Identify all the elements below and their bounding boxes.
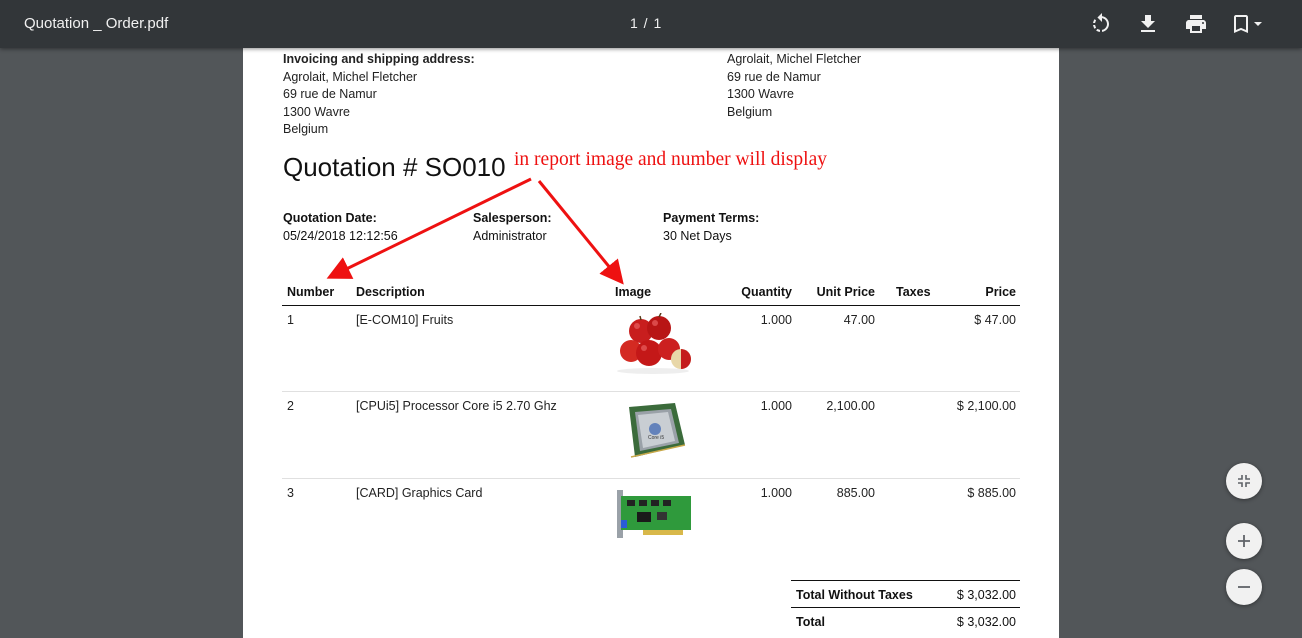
total-without-taxes-row: Total Without Taxes $ 3,032.00 <box>791 581 1020 608</box>
row-unit-price: 885.00 <box>836 486 875 500</box>
address-line: Belgium <box>283 122 329 136</box>
annotation-text: in report image and number will display <box>514 149 828 170</box>
totals-table: Total Without Taxes $ 3,032.00 Total $ 3… <box>791 580 1020 635</box>
download-icon <box>1141 15 1155 32</box>
row-price: $ 2,100.00 <box>956 399 1016 413</box>
header-unit-price: Unit Price <box>816 285 875 299</box>
page-indicator: 1 / 1 <box>630 15 663 31</box>
row-price: $ 885.00 <box>967 486 1016 500</box>
table-row: 1 [E-COM10] Fruits 1.000 47.00 $ 47.00 <box>282 306 1020 392</box>
product-image-graphics-card <box>613 486 693 548</box>
fit-to-page-button[interactable] <box>1226 463 1262 499</box>
row-quantity: 1.000 <box>760 313 792 327</box>
total-without-taxes-value: $ 3,032.00 <box>956 588 1016 602</box>
payment-terms-label: Payment Terms: <box>663 211 760 225</box>
fit-to-page-icon <box>1238 475 1250 487</box>
row-description: [E-COM10] Fruits <box>356 313 454 327</box>
quotation-date: Quotation Date: 05/24/2018 12:12:56 <box>283 209 398 245</box>
print-icon <box>1186 15 1206 33</box>
svg-text:Core i5: Core i5 <box>648 435 664 441</box>
payment-terms-value: 30 Net Days <box>663 229 732 243</box>
total-without-taxes-label: Total Without Taxes <box>796 588 913 602</box>
print-button[interactable] <box>1184 12 1208 36</box>
bookmark-menu-button[interactable] <box>1231 12 1267 36</box>
header-image: Image <box>615 285 652 299</box>
product-image-apples <box>613 313 693 375</box>
invoice-address: Invoicing and shipping address: Agrolait… <box>283 51 475 139</box>
bookmark-icon <box>1234 15 1262 33</box>
quotation-date-label: Quotation Date: <box>283 211 377 225</box>
total-row: Total $ 3,032.00 <box>791 608 1020 635</box>
quotation-title: Quotation # SO010 <box>283 152 506 182</box>
salesperson: Salesperson: Administrator <box>473 209 552 245</box>
chevron-down-icon <box>1254 22 1262 26</box>
row-quantity: 1.000 <box>760 399 792 413</box>
salesperson-label: Salesperson: <box>473 211 552 225</box>
payment-terms: Payment Terms: 30 Net Days <box>663 209 759 245</box>
address-line: 69 rue de Namur <box>283 87 377 101</box>
zoom-out-icon <box>1238 586 1250 588</box>
address-label: Invoicing and shipping address: <box>283 52 475 66</box>
pdf-toolbar: Quotation _ Order.pdf 1 / 1 <box>0 0 1302 48</box>
row-description: [CARD] Graphics Card <box>356 486 483 500</box>
address-line: Agrolait, Michel Fletcher <box>727 52 862 66</box>
address-line: 1300 Wavre <box>727 87 794 101</box>
header-description: Description <box>356 285 425 299</box>
table-row: 2 [CPUi5] Processor Core i5 2.70 Ghz Cor… <box>282 392 1020 479</box>
quotation-date-value: 05/24/2018 12:12:56 <box>283 229 398 243</box>
rotate-icon <box>1093 13 1109 32</box>
row-number: 1 <box>287 313 294 327</box>
address-line: Agrolait, Michel Fletcher <box>283 69 418 84</box>
row-description: [CPUi5] Processor Core i5 2.70 Ghz <box>356 399 557 413</box>
row-unit-price: 2,100.00 <box>826 399 875 413</box>
header-price: Price <box>985 285 1016 299</box>
zoom-out-button[interactable] <box>1226 569 1262 605</box>
zoom-in-icon <box>1238 535 1250 547</box>
row-number: 3 <box>287 486 294 500</box>
row-number: 2 <box>287 399 294 413</box>
row-price: $ 47.00 <box>974 313 1016 327</box>
row-unit-price: 47.00 <box>843 313 875 327</box>
total-value: $ 3,032.00 <box>956 615 1016 629</box>
shipping-address: Agrolait, Michel Fletcher 69 rue de Namu… <box>727 51 861 121</box>
address-line: 1300 Wavre <box>283 104 350 119</box>
rotate-button[interactable] <box>1089 12 1113 36</box>
header-quantity: Quantity <box>741 285 792 299</box>
pdf-page: Invoicing and shipping address: Agrolait… <box>243 48 1059 638</box>
order-table-header: Number Description Image Quantity Unit P… <box>282 285 1020 306</box>
product-image-cpu: Core i5 <box>613 399 693 461</box>
header-number: Number <box>287 285 335 299</box>
download-button[interactable] <box>1136 12 1160 36</box>
total-label: Total <box>796 615 825 629</box>
row-quantity: 1.000 <box>760 486 792 500</box>
document-filename: Quotation _ Order.pdf <box>24 15 169 32</box>
header-taxes: Taxes <box>896 285 931 299</box>
zoom-in-button[interactable] <box>1226 523 1262 559</box>
address-line: 69 rue de Namur <box>727 69 821 84</box>
table-row: 3 [CARD] Graphics Card 1.000 885.00 $ 88… <box>282 479 1020 565</box>
salesperson-value: Administrator <box>473 229 547 243</box>
address-line: Belgium <box>727 104 773 119</box>
